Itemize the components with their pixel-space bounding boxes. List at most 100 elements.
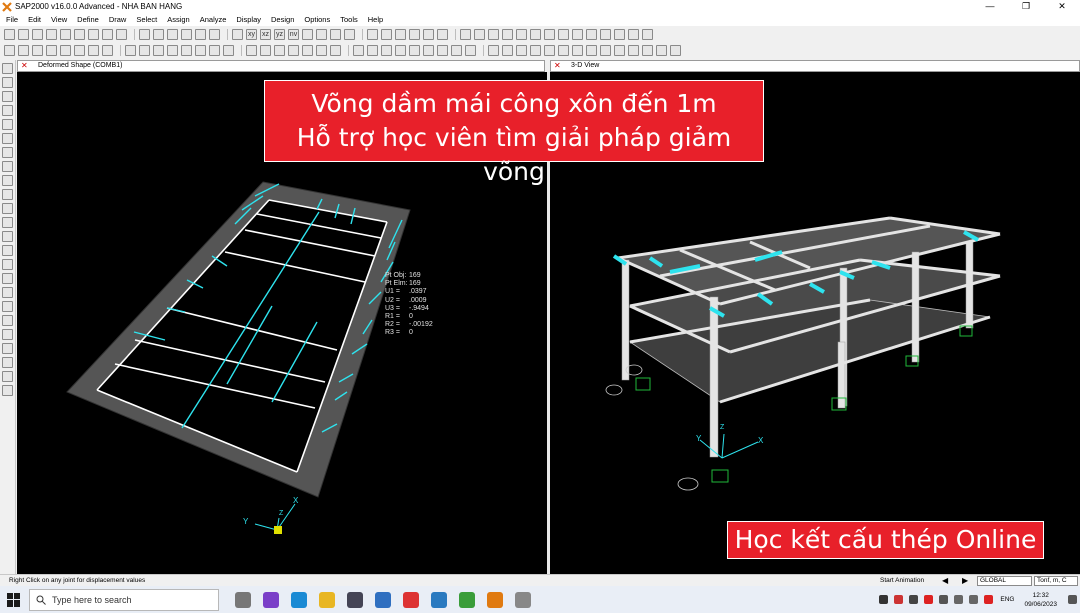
display-edges-icon[interactable] (628, 44, 639, 56)
copy-icon[interactable] (139, 44, 150, 56)
area-loads-icon[interactable] (423, 44, 434, 56)
quick-draw-frame-icon[interactable] (2, 133, 13, 144)
select-all-side-icon[interactable] (2, 357, 13, 368)
frame-loads-icon[interactable] (409, 44, 420, 56)
redo-icon[interactable] (74, 28, 85, 40)
reshape-icon[interactable] (18, 44, 29, 56)
display-dropdown-icon[interactable] (670, 44, 681, 56)
draw-joint-icon[interactable] (2, 91, 13, 102)
display-table-icon[interactable] (474, 28, 485, 40)
delete-icon[interactable] (167, 44, 178, 56)
menu-view[interactable]: View (51, 15, 67, 24)
sap2000-taskbar-icon[interactable] (487, 591, 503, 608)
draw-solid-icon[interactable] (2, 203, 13, 214)
language-indicator[interactable]: ENG (1000, 596, 1014, 603)
menu-edit[interactable]: Edit (28, 15, 41, 24)
display-solids-icon[interactable] (516, 44, 527, 56)
concrete-design-icon[interactable] (544, 28, 555, 40)
run-analysis-icon[interactable] (139, 28, 150, 40)
paste-icon[interactable] (153, 44, 164, 56)
open-icon[interactable] (18, 28, 29, 40)
taskbar-search-input[interactable]: Type here to search (29, 588, 219, 611)
rotate-icon[interactable] (302, 28, 313, 40)
pan-icon[interactable] (195, 28, 206, 40)
draw-special-joint-icon[interactable] (60, 44, 71, 56)
show-all-icon[interactable] (330, 44, 341, 56)
new-model-icon[interactable] (4, 28, 15, 40)
clear-select-side-icon[interactable] (2, 385, 13, 396)
menu-draw[interactable]: Draw (109, 15, 127, 24)
arrow-right-icon[interactable]: ▶ (962, 575, 968, 586)
zoom-in-icon[interactable] (167, 28, 178, 40)
start-animation-button[interactable]: Start Animation (880, 575, 924, 586)
app-icon[interactable] (431, 591, 447, 608)
replicate-icon[interactable] (181, 44, 192, 56)
section-cut-icon[interactable] (460, 28, 471, 40)
display-labels-icon[interactable] (642, 44, 653, 56)
display-areas-icon[interactable] (502, 44, 513, 56)
select-by-properties-icon[interactable] (302, 44, 313, 56)
windows-start-icon[interactable] (7, 592, 21, 607)
draw-area-icon[interactable] (46, 44, 57, 56)
display-extrude-icon[interactable] (586, 44, 597, 56)
volume-icon[interactable] (969, 595, 979, 604)
area-sections-icon[interactable] (437, 44, 448, 56)
snap-perpendicular-icon[interactable] (2, 315, 13, 326)
assign-area-icon[interactable] (102, 44, 113, 56)
antivirus-icon[interactable] (984, 595, 994, 604)
join-frames-icon[interactable] (223, 44, 234, 56)
display-links-icon[interactable] (530, 44, 541, 56)
show-loads-icon[interactable] (395, 28, 406, 40)
menu-select[interactable]: Select (136, 15, 157, 24)
draw-section-cut-icon[interactable] (2, 231, 13, 242)
display-joints-icon[interactable] (544, 44, 555, 56)
tray-app-icon[interactable] (894, 595, 904, 604)
minimize-button[interactable]: — (972, 0, 1008, 13)
display-axes-icon[interactable] (572, 44, 583, 56)
pointer-icon[interactable] (4, 44, 15, 56)
restore-button[interactable]: ❐ (1008, 0, 1044, 13)
display-grid-icon[interactable] (558, 44, 569, 56)
rubber-band-zoom-icon[interactable] (153, 28, 164, 40)
edge-icon[interactable] (291, 591, 307, 608)
arrow-left-icon[interactable]: ◀ (942, 575, 948, 586)
divide-frames-icon[interactable] (209, 44, 220, 56)
joint-springs-icon[interactable] (367, 44, 378, 56)
print-icon[interactable] (46, 28, 57, 40)
steel-design-icon[interactable] (530, 28, 541, 40)
materials-icon[interactable] (572, 28, 583, 40)
menu-define[interactable]: Define (77, 15, 99, 24)
app-icon[interactable] (459, 591, 475, 608)
display-shrink-icon[interactable] (600, 44, 611, 56)
tab-3d-view[interactable]: ✕ 3-D View (550, 60, 1080, 72)
draw-link-icon[interactable] (2, 217, 13, 228)
move-down-icon[interactable] (344, 28, 355, 40)
draw-cable-icon[interactable] (2, 119, 13, 130)
view-xy-button[interactable]: xy (246, 28, 257, 40)
load-cases-icon[interactable] (614, 28, 625, 40)
menu-options[interactable]: Options (304, 15, 330, 24)
snap-lines-icon[interactable] (2, 329, 13, 340)
lock-icon[interactable] (116, 28, 127, 40)
tab-deformed-shape[interactable]: ✕ Deformed Shape (COMB1) (17, 60, 545, 72)
close-icon[interactable]: ✕ (554, 61, 561, 71)
draw-line-icon[interactable] (32, 44, 43, 56)
show-undeformed-icon[interactable] (381, 28, 392, 40)
move-up-icon[interactable] (330, 28, 341, 40)
menu-design[interactable]: Design (271, 15, 294, 24)
display-more-icon[interactable] (656, 44, 667, 56)
display-fill-icon[interactable] (614, 44, 625, 56)
menu-display[interactable]: Display (236, 15, 261, 24)
sections-icon[interactable] (586, 28, 597, 40)
snap-ends-icon[interactable] (2, 287, 13, 298)
menu-file[interactable]: File (6, 15, 18, 24)
close-icon[interactable]: ✕ (21, 61, 28, 71)
refresh-icon[interactable] (88, 28, 99, 40)
tray-app-icon[interactable] (924, 595, 934, 604)
select-all-icon[interactable] (246, 44, 257, 56)
show-tables-icon[interactable] (437, 28, 448, 40)
options-icon[interactable] (642, 28, 653, 40)
select-pointer-icon[interactable] (2, 63, 13, 74)
clock[interactable]: 12:32 09/06/2023 (1024, 591, 1057, 609)
bridge-icon[interactable] (558, 28, 569, 40)
